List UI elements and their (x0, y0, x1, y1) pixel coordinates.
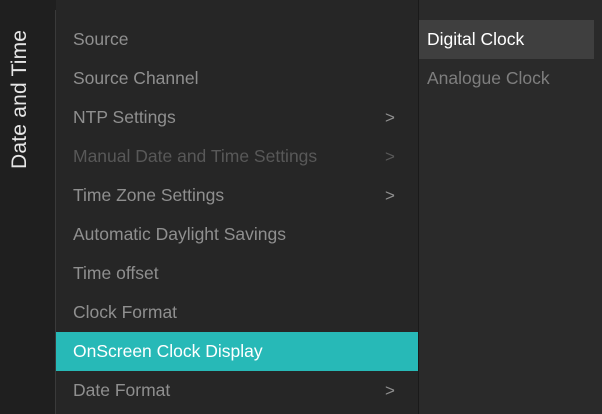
option-analogue-clock[interactable]: Analogue Clock (419, 59, 594, 98)
menu-item-label: OnScreen Clock Display (73, 341, 263, 361)
menu-item-label: Date Format (73, 380, 171, 400)
date-time-settings-screen: Date and Time Source Source Channel NTP … (0, 0, 602, 414)
menu-item-label: Time offset (73, 263, 159, 283)
menu-item-source-channel[interactable]: Source Channel (56, 59, 418, 98)
side-title-column: Date and Time (0, 0, 55, 414)
menu-item-ntp-settings[interactable]: NTP Settings > (56, 98, 418, 137)
chevron-right-icon: > (385, 381, 395, 400)
menu-item-clock-format[interactable]: Clock Format (56, 293, 418, 332)
menu-item-label: Source (73, 29, 129, 49)
menu-item-automatic-daylight-savings[interactable]: Automatic Daylight Savings (56, 215, 418, 254)
chevron-right-icon: > (385, 186, 395, 205)
menu-item-label: Source Channel (73, 68, 199, 88)
chevron-right-icon: > (385, 108, 395, 127)
menu-item-time-zone-settings[interactable]: Time Zone Settings > (56, 176, 418, 215)
clock-display-options-panel: Digital Clock Analogue Clock (419, 0, 602, 414)
menu-item-label: NTP Settings (73, 107, 176, 127)
settings-menu-panel: Source Source Channel NTP Settings > Man… (56, 0, 418, 414)
chevron-right-icon: > (385, 147, 395, 166)
menu-item-date-format[interactable]: Date Format > (56, 371, 418, 410)
menu-item-label: Time Zone Settings (73, 185, 225, 205)
option-label: Digital Clock (427, 29, 525, 49)
menu-item-manual-date-time-settings: Manual Date and Time Settings > (56, 137, 418, 176)
menu-item-label: Clock Format (73, 302, 178, 322)
menu-item-onscreen-clock-display[interactable]: OnScreen Clock Display (56, 332, 418, 371)
option-list: Digital Clock Analogue Clock (419, 20, 602, 98)
option-label: Analogue Clock (427, 68, 550, 88)
menu-item-label: Manual Date and Time Settings (73, 146, 318, 166)
option-digital-clock[interactable]: Digital Clock (419, 20, 594, 59)
panel-title: Date and Time (8, 29, 31, 169)
menu-item-source[interactable]: Source (56, 20, 418, 59)
menu-item-time-offset[interactable]: Time offset (56, 254, 418, 293)
settings-menu-list: Source Source Channel NTP Settings > Man… (56, 20, 418, 410)
menu-item-label: Automatic Daylight Savings (73, 224, 287, 244)
